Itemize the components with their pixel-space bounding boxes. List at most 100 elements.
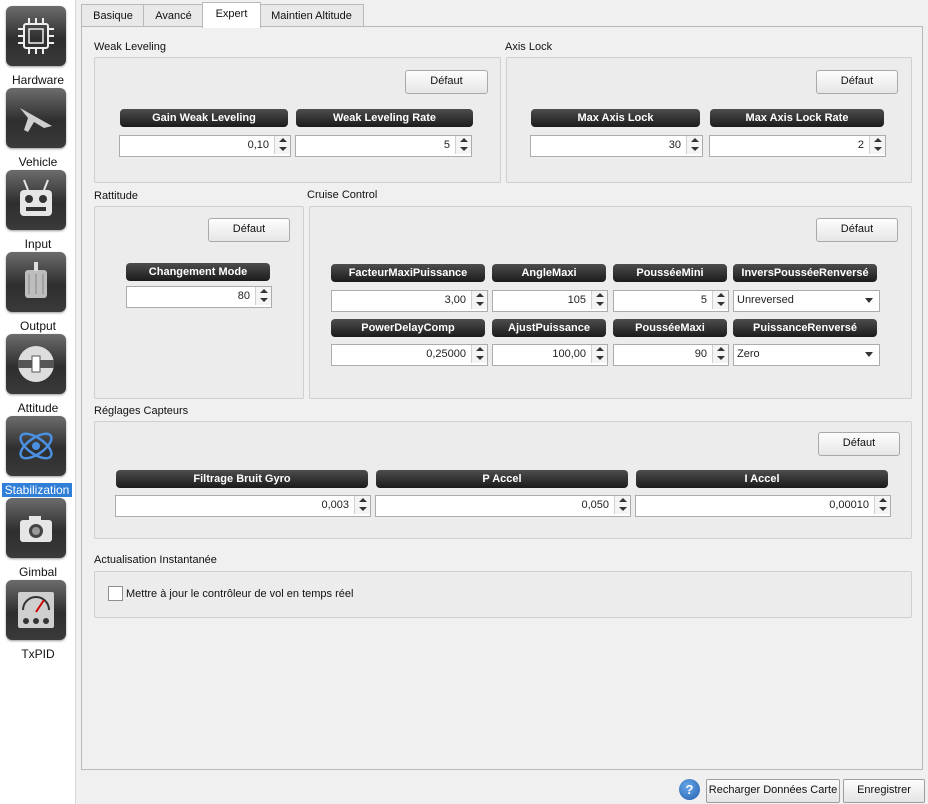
gauge-icon (6, 580, 66, 640)
help-icon[interactable]: ? (679, 779, 700, 800)
axis-lock-title: Axis Lock (505, 41, 553, 53)
sidebar-item-txpid[interactable]: TxPID (0, 578, 76, 661)
weak-leveling-rate-label: Weak Leveling Rate (296, 109, 473, 127)
spin-down-icon[interactable] (592, 354, 607, 363)
camera-icon (6, 498, 66, 558)
aircraft-icon (6, 88, 66, 148)
spin-up-icon[interactable] (275, 136, 290, 145)
axis-lock-default-button[interactable]: Défaut (816, 70, 898, 94)
spin-up-icon[interactable] (355, 496, 370, 505)
spin-down-icon[interactable] (256, 296, 271, 305)
changement-mode-spinbox[interactable]: 80 (126, 286, 272, 308)
transmitter-icon (6, 170, 66, 230)
sidebar-item-label: Gimbal (18, 565, 57, 579)
spin-up-icon[interactable] (875, 496, 890, 505)
max-axis-lock-label: Max Axis Lock (531, 109, 700, 127)
sidebar: Hardware Vehicle Input Output Attitude S… (0, 0, 76, 804)
cruise-control-default-button[interactable]: Défaut (816, 218, 898, 242)
poussee-maxi-spinbox[interactable]: 90 (613, 344, 729, 366)
i-accel-spinbox[interactable]: 0,00010 (635, 495, 891, 517)
spin-down-icon[interactable] (615, 505, 630, 514)
gyroscope-icon (6, 416, 66, 476)
puissance-renverse-select[interactable]: Zero (733, 344, 880, 366)
spin-down-icon[interactable] (713, 300, 728, 309)
sensors-default-button[interactable]: Défaut (818, 432, 900, 456)
facteur-maxi-puissance-spinbox[interactable]: 3,00 (331, 290, 488, 312)
gain-weak-leveling-label: Gain Weak Leveling (120, 109, 288, 127)
poussee-maxi-label: PousséeMaxi (613, 319, 727, 337)
reload-board-data-button[interactable]: Recharger Données Carte (706, 779, 840, 803)
facteur-maxi-puissance-label: FacteurMaxiPuissance (331, 264, 485, 282)
p-accel-spinbox[interactable]: 0,050 (375, 495, 631, 517)
sidebar-item-stabilization[interactable]: Stabilization (0, 414, 76, 497)
sidebar-item-input[interactable]: Input (0, 168, 76, 251)
angle-maxi-label: AngleMaxi (492, 264, 606, 282)
realtime-title: Actualisation Instantanée (94, 554, 217, 566)
spin-up-icon[interactable] (472, 291, 487, 300)
sidebar-item-label: Hardware (11, 73, 65, 87)
tab-avance[interactable]: Avancé (143, 4, 204, 27)
sidebar-item-label: Stabilization (2, 483, 72, 497)
spin-down-icon[interactable] (713, 354, 728, 363)
realtime-update-checkbox[interactable] (108, 586, 123, 601)
filtrage-bruit-gyro-label: Filtrage Bruit Gyro (116, 470, 368, 488)
tab-maintien-altitude[interactable]: Maintien Altitude (259, 4, 364, 27)
angle-maxi-spinbox[interactable]: 105 (492, 290, 608, 312)
spinbox-value: 5 (443, 139, 450, 151)
spin-down-icon[interactable] (472, 354, 487, 363)
invers-poussee-renverse-select[interactable]: Unreversed (733, 290, 880, 312)
poussee-mini-spinbox[interactable]: 5 (613, 290, 729, 312)
changement-mode-label: Changement Mode (126, 263, 270, 281)
filtrage-bruit-gyro-spinbox[interactable]: 0,003 (115, 495, 371, 517)
select-value: Zero (737, 348, 760, 360)
max-axis-lock-spinbox[interactable]: 30 (530, 135, 703, 157)
spinbox-value: 30 (668, 139, 681, 151)
spin-up-icon[interactable] (472, 345, 487, 354)
spin-down-icon[interactable] (355, 505, 370, 514)
gain-weak-leveling-spinbox[interactable]: 0,10 (119, 135, 291, 157)
sidebar-item-output[interactable]: Output (0, 250, 76, 333)
sidebar-item-vehicle[interactable]: Vehicle (0, 86, 76, 169)
spin-down-icon[interactable] (472, 300, 487, 309)
spin-up-icon[interactable] (687, 136, 702, 145)
cruise-control-title: Cruise Control (307, 189, 378, 201)
save-button[interactable]: Enregistrer (843, 779, 925, 803)
spinbox-value: 0,25000 (426, 348, 466, 360)
invers-poussee-renverse-label: InversPousséeRenversé (733, 264, 877, 282)
ajust-puissance-spinbox[interactable]: 100,00 (492, 344, 608, 366)
spin-up-icon[interactable] (713, 345, 728, 354)
spin-down-icon[interactable] (687, 145, 702, 154)
spinbox-value: 0,003 (321, 499, 349, 511)
spin-up-icon[interactable] (256, 287, 271, 296)
weak-leveling-default-button[interactable]: Défaut (405, 70, 488, 94)
spin-up-icon[interactable] (592, 345, 607, 354)
spin-up-icon[interactable] (592, 291, 607, 300)
spin-down-icon[interactable] (275, 145, 290, 154)
sidebar-item-label: Vehicle (18, 155, 58, 169)
spinbox-value: 0,00010 (829, 499, 869, 511)
spin-up-icon[interactable] (870, 136, 885, 145)
tab-expert[interactable]: Expert (202, 2, 261, 28)
level-icon (6, 334, 66, 394)
max-axis-lock-rate-spinbox[interactable]: 2 (709, 135, 886, 157)
weak-leveling-rate-spinbox[interactable]: 5 (295, 135, 472, 157)
power-delay-comp-spinbox[interactable]: 0,25000 (331, 344, 488, 366)
tab-basique[interactable]: Basique (81, 4, 145, 27)
spin-up-icon[interactable] (456, 136, 471, 145)
sidebar-item-gimbal[interactable]: Gimbal (0, 496, 76, 579)
spin-down-icon[interactable] (592, 300, 607, 309)
sidebar-item-attitude[interactable]: Attitude (0, 332, 76, 415)
motor-icon (6, 252, 66, 312)
chevron-down-icon (865, 352, 873, 357)
rattitude-default-button[interactable]: Défaut (208, 218, 290, 242)
spinbox-value: 0,10 (247, 139, 269, 151)
spin-down-icon[interactable] (456, 145, 471, 154)
spin-up-icon[interactable] (615, 496, 630, 505)
spin-down-icon[interactable] (870, 145, 885, 154)
spin-up-icon[interactable] (713, 291, 728, 300)
realtime-update-label[interactable]: Mettre à jour le contrôleur de vol en te… (126, 588, 353, 600)
sidebar-item-hardware[interactable]: Hardware (0, 4, 76, 87)
weak-leveling-title: Weak Leveling (94, 41, 166, 53)
poussee-mini-label: PousséeMini (613, 264, 727, 282)
spin-down-icon[interactable] (875, 505, 890, 514)
